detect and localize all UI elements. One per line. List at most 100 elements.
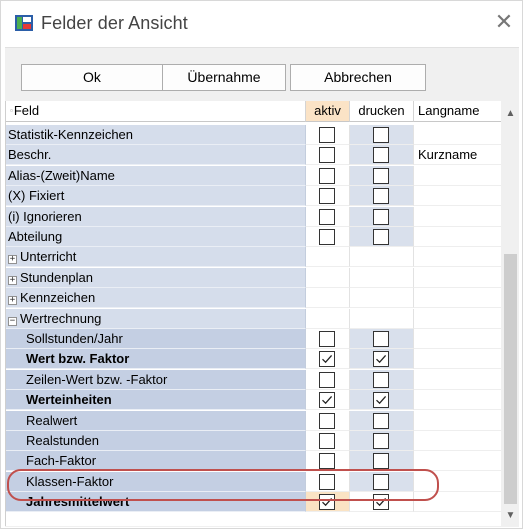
langname-cell[interactable] xyxy=(414,308,501,329)
checkbox-drucken[interactable] xyxy=(373,127,389,143)
aktiv-cell[interactable] xyxy=(306,125,350,145)
aktiv-cell[interactable] xyxy=(306,431,350,451)
drucken-cell[interactable] xyxy=(350,410,414,431)
langname-cell[interactable] xyxy=(414,288,501,309)
field-name-cell[interactable]: Statistik-Kennzeichen xyxy=(6,125,306,145)
drucken-cell[interactable] xyxy=(350,206,414,227)
field-name-cell[interactable]: + Stundenplan xyxy=(6,267,306,288)
drucken-cell[interactable] xyxy=(350,125,414,145)
langname-cell[interactable] xyxy=(414,431,501,451)
aktiv-cell[interactable] xyxy=(306,267,350,288)
cancel-button[interactable]: Abbrechen xyxy=(290,64,426,91)
vertical-scrollbar[interactable]: ▲ ▼ xyxy=(502,99,519,527)
group-row[interactable]: + Unterricht xyxy=(6,247,501,268)
drucken-cell[interactable] xyxy=(350,431,414,451)
group-row[interactable]: + Stundenplan xyxy=(6,267,501,288)
langname-cell[interactable] xyxy=(414,227,501,247)
drucken-cell[interactable] xyxy=(350,390,414,411)
table-row[interactable]: Zeilen-Wert bzw. -Faktor xyxy=(6,369,501,390)
field-name-cell[interactable]: − Wertrechnung xyxy=(6,308,306,329)
field-name-cell[interactable]: Wert bzw. Faktor xyxy=(6,349,306,370)
aktiv-cell[interactable] xyxy=(306,288,350,309)
field-name-cell[interactable]: Realstunden xyxy=(6,431,306,451)
drucken-cell[interactable] xyxy=(350,288,414,309)
langname-cell[interactable] xyxy=(414,165,501,186)
field-name-cell[interactable]: Realwert xyxy=(6,410,306,431)
aktiv-cell[interactable] xyxy=(306,165,350,186)
checkbox-drucken[interactable] xyxy=(373,371,389,388)
drucken-cell[interactable] xyxy=(350,165,414,186)
scroll-up-icon[interactable]: ▲ xyxy=(502,107,519,121)
checkbox-drucken[interactable] xyxy=(373,392,389,409)
table-row[interactable]: Abteilung xyxy=(6,227,501,247)
table-row[interactable]: Werteinheiten xyxy=(6,390,501,411)
table-row[interactable]: Realwert xyxy=(6,410,501,431)
column-header-aktiv[interactable]: aktiv xyxy=(306,101,350,122)
checkbox-drucken[interactable] xyxy=(373,208,389,225)
table-row[interactable]: Realstunden xyxy=(6,431,501,451)
scroll-down-icon[interactable]: ▼ xyxy=(502,509,519,523)
table-row[interactable]: Wert bzw. Faktor xyxy=(6,349,501,370)
aktiv-cell[interactable] xyxy=(306,227,350,247)
aktiv-cell[interactable] xyxy=(306,186,350,207)
langname-cell[interactable] xyxy=(414,329,501,349)
checkbox-aktiv[interactable] xyxy=(319,208,335,225)
checkbox-aktiv[interactable] xyxy=(319,392,335,409)
checkbox-drucken[interactable] xyxy=(373,147,389,164)
aktiv-cell[interactable] xyxy=(306,329,350,349)
aktiv-cell[interactable] xyxy=(306,369,350,390)
langname-cell[interactable] xyxy=(414,206,501,227)
checkbox-drucken[interactable] xyxy=(373,412,389,429)
table-row[interactable]: (X) Fixiert xyxy=(6,186,501,207)
column-header-feld[interactable]: ▫Feld xyxy=(6,101,306,122)
field-name-cell[interactable]: Abteilung xyxy=(6,227,306,247)
checkbox-aktiv[interactable] xyxy=(319,127,335,143)
close-icon[interactable]: ✕ xyxy=(491,11,517,37)
group-row[interactable]: + Kennzeichen xyxy=(6,288,501,309)
collapse-icon[interactable]: − xyxy=(8,316,17,326)
langname-cell[interactable] xyxy=(414,369,501,390)
table-row[interactable]: Sollstunden/Jahr xyxy=(6,329,501,349)
field-name-cell[interactable]: Werteinheiten xyxy=(6,390,306,411)
drucken-cell[interactable] xyxy=(350,227,414,247)
field-name-cell[interactable]: Sollstunden/Jahr xyxy=(6,329,306,349)
checkbox-drucken[interactable] xyxy=(373,351,389,368)
field-name-cell[interactable]: + Unterricht xyxy=(6,247,306,268)
fields-grid[interactable]: ▫Feld aktiv drucken Langname Statistik-K… xyxy=(5,101,501,526)
table-row[interactable]: Beschr. Kurzname xyxy=(6,145,501,166)
checkbox-aktiv[interactable] xyxy=(319,371,335,388)
column-header-drucken[interactable]: drucken xyxy=(350,101,414,122)
drucken-cell[interactable] xyxy=(350,267,414,288)
langname-cell[interactable] xyxy=(414,349,501,370)
aktiv-cell[interactable] xyxy=(306,349,350,370)
langname-cell[interactable] xyxy=(414,390,501,411)
checkbox-drucken[interactable] xyxy=(373,453,389,470)
expand-icon[interactable]: + xyxy=(8,255,17,265)
langname-cell[interactable] xyxy=(414,125,501,145)
checkbox-aktiv[interactable] xyxy=(319,167,335,184)
drucken-cell[interactable] xyxy=(350,349,414,370)
drucken-cell[interactable] xyxy=(350,186,414,207)
drucken-cell[interactable] xyxy=(350,145,414,166)
drucken-cell[interactable] xyxy=(350,308,414,329)
checkbox-drucken[interactable] xyxy=(373,331,389,347)
aktiv-cell[interactable] xyxy=(306,410,350,431)
field-name-cell[interactable]: + Kennzeichen xyxy=(6,288,306,309)
drucken-cell[interactable] xyxy=(350,247,414,268)
field-name-cell[interactable]: Beschr. xyxy=(6,145,306,166)
checkbox-aktiv[interactable] xyxy=(319,188,335,205)
checkbox-aktiv[interactable] xyxy=(319,331,335,347)
ok-button[interactable]: Ok xyxy=(21,64,163,91)
langname-cell[interactable] xyxy=(414,267,501,288)
field-name-cell[interactable]: (X) Fixiert xyxy=(6,186,306,207)
checkbox-aktiv[interactable] xyxy=(319,229,335,245)
table-row[interactable]: Alias-(Zweit)Name xyxy=(6,165,501,186)
aktiv-cell[interactable] xyxy=(306,145,350,166)
checkbox-drucken[interactable] xyxy=(373,188,389,205)
scrollbar-thumb[interactable] xyxy=(504,254,517,504)
field-name-cell[interactable]: Alias-(Zweit)Name xyxy=(6,165,306,186)
checkbox-drucken[interactable] xyxy=(373,433,389,449)
checkbox-aktiv[interactable] xyxy=(319,351,335,368)
expand-icon[interactable]: + xyxy=(8,296,17,306)
checkbox-aktiv[interactable] xyxy=(319,147,335,164)
